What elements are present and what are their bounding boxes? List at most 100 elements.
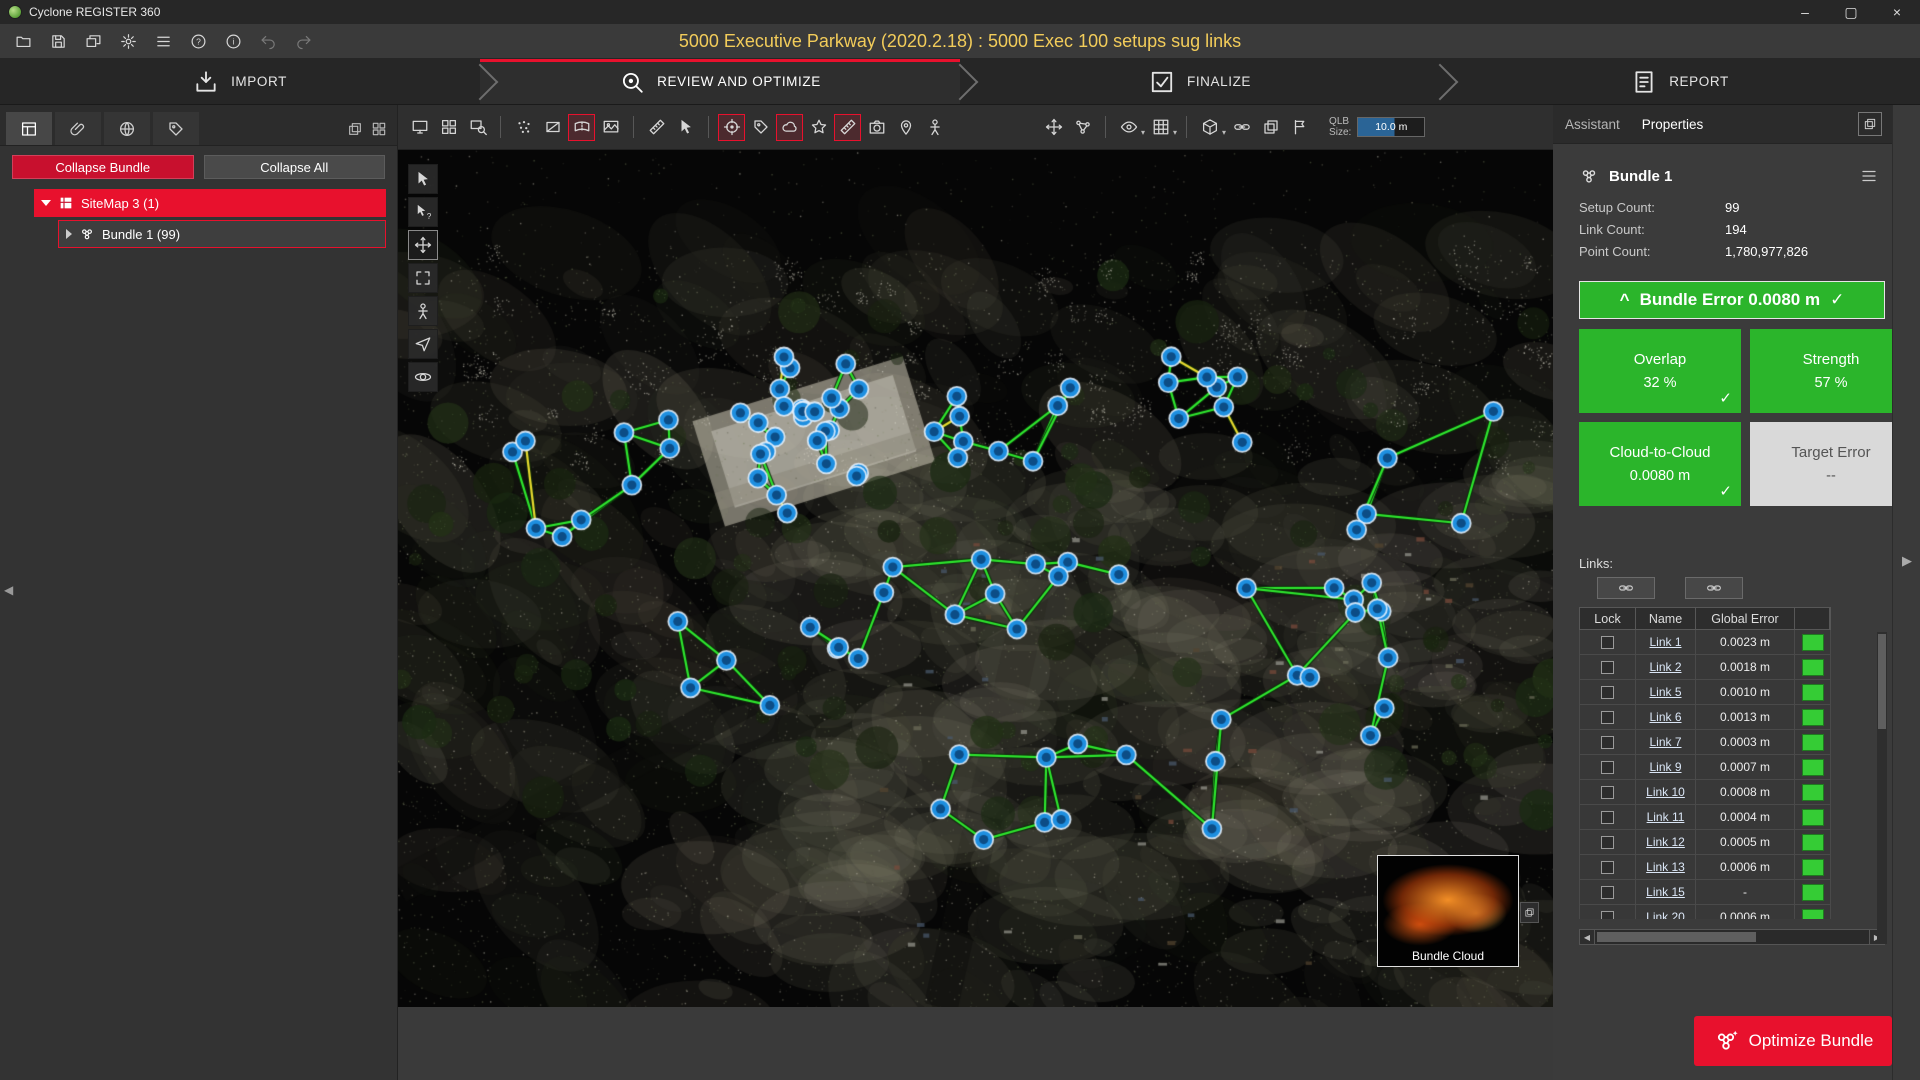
collapse-all-button[interactable]: Collapse All xyxy=(204,155,386,179)
fly-tool-icon[interactable] xyxy=(408,329,438,359)
help-icon[interactable]: ? xyxy=(185,28,211,54)
add-target-icon[interactable] xyxy=(718,114,745,141)
window-layout-icon[interactable] xyxy=(80,28,106,54)
redo-icon[interactable] xyxy=(290,28,316,54)
panel-options-icon[interactable] xyxy=(371,121,387,137)
lock-checkbox[interactable] xyxy=(1601,761,1614,774)
link-row-link-20[interactable]: Link 200.0006 m xyxy=(1579,905,1831,919)
tree-expander-icon[interactable] xyxy=(66,229,72,239)
bundle-menu-icon[interactable] xyxy=(1860,167,1878,185)
visual-alignment-icon[interactable] xyxy=(834,114,861,141)
add-geotag-icon[interactable] xyxy=(892,114,919,141)
tab-web[interactable] xyxy=(104,112,150,145)
select-tool-icon[interactable] xyxy=(408,164,438,194)
grid-icon[interactable] xyxy=(1147,114,1174,141)
link-row-link-2[interactable]: Link 20.0018 m xyxy=(1579,655,1831,680)
expand-right-panel-icon[interactable]: ▶ xyxy=(1902,553,1912,569)
compare-icon[interactable] xyxy=(1257,114,1284,141)
settings-icon[interactable] xyxy=(115,28,141,54)
panorama-view-icon[interactable] xyxy=(568,114,595,141)
link-row-link-9[interactable]: Link 90.0007 m xyxy=(1579,755,1831,780)
link-visibility-icon[interactable] xyxy=(1228,114,1255,141)
thumbnail-expand-icon[interactable] xyxy=(1520,902,1539,923)
scroll-left-icon[interactable]: ◀ xyxy=(1579,929,1595,945)
lock-checkbox[interactable] xyxy=(1601,861,1614,874)
tab-project-explorer[interactable] xyxy=(6,112,52,145)
measure-icon[interactable] xyxy=(643,114,670,141)
cube-view-icon[interactable] xyxy=(1196,114,1223,141)
person-view-tool-icon[interactable] xyxy=(408,296,438,326)
save-icon[interactable] xyxy=(45,28,71,54)
undo-icon[interactable] xyxy=(255,28,281,54)
banner-collapse-icon[interactable]: ^ xyxy=(1620,290,1630,310)
map-flag-icon[interactable] xyxy=(1286,114,1313,141)
lock-checkbox[interactable] xyxy=(1601,786,1614,799)
open-project-icon[interactable] xyxy=(10,28,36,54)
link-name-link[interactable]: Link 12 xyxy=(1646,835,1685,849)
col-name[interactable]: Name xyxy=(1636,608,1696,629)
workflow-tab-finalize[interactable]: FINALIZE xyxy=(960,59,1440,104)
image-view-icon[interactable] xyxy=(597,114,624,141)
col-lock[interactable]: Lock xyxy=(1580,608,1636,629)
tile-windows-icon[interactable] xyxy=(435,114,462,141)
point-cloud-viewport[interactable]: ? Bundle Cloud xyxy=(398,150,1553,1007)
link-row-link-13[interactable]: Link 130.0006 m xyxy=(1579,855,1831,880)
move-setup-icon[interactable] xyxy=(1040,114,1067,141)
optimize-bundle-button[interactable]: Optimize Bundle xyxy=(1694,1016,1892,1066)
link-name-link[interactable]: Link 10 xyxy=(1646,785,1685,799)
tab-assistant[interactable]: Assistant xyxy=(1565,117,1620,132)
bundle-cloud-thumbnail[interactable]: Bundle Cloud xyxy=(1377,855,1519,967)
point-view-icon[interactable] xyxy=(510,114,537,141)
add-image-icon[interactable] xyxy=(863,114,890,141)
link-row-link-6[interactable]: Link 60.0013 m xyxy=(1579,705,1831,730)
qlb-size-slider[interactable]: 10.0 m xyxy=(1357,117,1425,137)
fit-view-tool-icon[interactable] xyxy=(408,263,438,293)
tree-item-sitemap-3-1-[interactable]: SiteMap 3 (1) xyxy=(34,189,386,217)
dropdown-caret-icon[interactable]: ▾ xyxy=(1141,128,1145,137)
link-name-link[interactable]: Link 2 xyxy=(1649,660,1681,674)
dropdown-caret-icon[interactable]: ▾ xyxy=(1222,128,1226,137)
link-row-link-5[interactable]: Link 50.0010 m xyxy=(1579,680,1831,705)
workflow-tab-review-and-optimize[interactable]: REVIEW AND OPTIMIZE xyxy=(480,59,960,104)
cloud-to-cloud-icon[interactable] xyxy=(776,114,803,141)
link-name-link[interactable]: Link 1 xyxy=(1649,635,1681,649)
auto-link-button[interactable] xyxy=(1685,577,1743,599)
view-mode-icon[interactable] xyxy=(1115,114,1142,141)
lock-checkbox[interactable] xyxy=(1601,686,1614,699)
tile-target-error[interactable]: Target Error-- xyxy=(1750,422,1892,506)
lock-checkbox[interactable] xyxy=(1601,836,1614,849)
lock-checkbox[interactable] xyxy=(1601,661,1614,674)
orbit-tool-icon[interactable] xyxy=(408,362,438,392)
create-link-button[interactable] xyxy=(1597,577,1655,599)
link-name-link[interactable]: Link 7 xyxy=(1649,735,1681,749)
expand-tree-icon[interactable] xyxy=(347,121,363,137)
link-name-link[interactable]: Link 13 xyxy=(1646,860,1685,874)
tab-attachments[interactable] xyxy=(55,112,101,145)
minimize-button[interactable]: – xyxy=(1782,0,1828,24)
workflow-tab-import[interactable]: IMPORT xyxy=(0,59,480,104)
bundle-error-banner[interactable]: ^ Bundle Error 0.0080 m ✓ xyxy=(1579,281,1885,319)
tab-tags[interactable] xyxy=(153,112,199,145)
lock-checkbox[interactable] xyxy=(1601,736,1614,749)
lock-checkbox[interactable] xyxy=(1601,911,1614,920)
tree-expander-icon[interactable] xyxy=(41,200,51,206)
tree-item-bundle-1-99-[interactable]: Bundle 1 (99) xyxy=(58,220,386,248)
tile-cloud-to-cloud[interactable]: Cloud-to-Cloud0.0080 m✓ xyxy=(1579,422,1741,506)
col-global-error[interactable]: Global Error xyxy=(1696,608,1795,629)
links-horizontal-scrollbar[interactable]: ◀ ▶ xyxy=(1579,929,1885,945)
link-row-link-10[interactable]: Link 100.0008 m xyxy=(1579,780,1831,805)
link-row-link-12[interactable]: Link 120.0005 m xyxy=(1579,830,1831,855)
pan-tool-icon[interactable] xyxy=(408,230,438,260)
add-tag-icon[interactable] xyxy=(747,114,774,141)
close-button[interactable]: × xyxy=(1874,0,1920,24)
plane-view-icon[interactable] xyxy=(539,114,566,141)
event-log-icon[interactable] xyxy=(150,28,176,54)
tile-overlap[interactable]: Overlap32 %✓ xyxy=(1579,329,1741,413)
lock-checkbox[interactable] xyxy=(1601,711,1614,724)
pano-person-icon[interactable] xyxy=(921,114,948,141)
add-favorite-icon[interactable] xyxy=(805,114,832,141)
tile-strength[interactable]: Strength57 %✓ xyxy=(1750,329,1892,413)
link-name-link[interactable]: Link 9 xyxy=(1649,760,1681,774)
collapse-bundle-button[interactable]: Collapse Bundle xyxy=(12,155,194,179)
panel-layout-icon[interactable] xyxy=(1858,112,1882,136)
